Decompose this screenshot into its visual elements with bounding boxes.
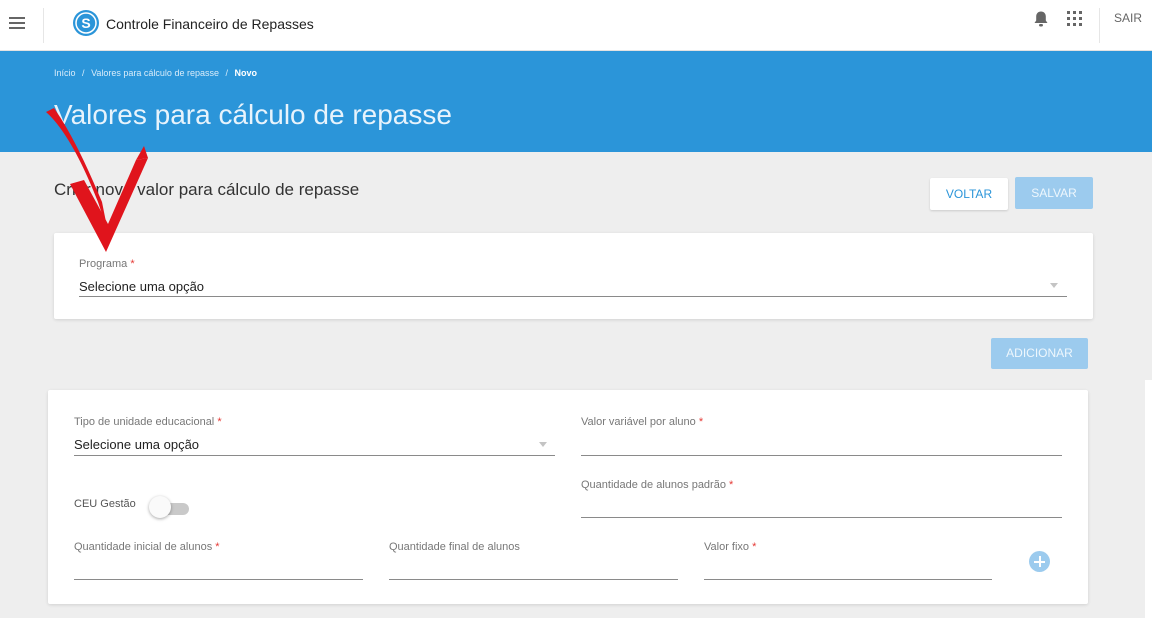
breadcrumb-item-inicio[interactable]: Início (54, 68, 76, 78)
required-mark: * (215, 541, 220, 553)
breadcrumb: Início / Valores para cálculo de repasse… (54, 68, 257, 78)
annotation-arrow-icon (46, 108, 148, 252)
qtd-inicial-label: Quantidade inicial de alunos * (74, 541, 220, 553)
ceu-gestao-label: CEU Gestão (74, 498, 136, 510)
logo-letter: S (81, 15, 90, 31)
breadcrumb-item-current: Novo (234, 68, 258, 78)
qtd-final-input[interactable] (389, 579, 678, 580)
valor-fixo-input[interactable] (704, 579, 992, 580)
qtd-final-label: Quantidade final de alunos (389, 541, 520, 553)
required-mark: * (752, 541, 757, 553)
top-bar: S Controle Financeiro de Repasses SAIR (0, 0, 1152, 51)
app-title: Controle Financeiro de Repasses (106, 16, 314, 32)
chevron-down-icon[interactable] (539, 442, 547, 447)
logout-link[interactable]: SAIR (1114, 11, 1142, 25)
apps-icon[interactable] (1067, 11, 1082, 26)
programa-underline (79, 296, 1067, 297)
divider (1099, 8, 1100, 43)
app-logo: S (73, 10, 99, 36)
chevron-down-icon[interactable] (1050, 283, 1058, 288)
tipo-unidade-label: Tipo de unidade educacional * (74, 416, 222, 428)
add-button[interactable]: ADICIONAR (991, 338, 1088, 369)
qtd-padrao-input[interactable] (581, 517, 1062, 518)
toggle-knob[interactable] (149, 496, 171, 518)
required-mark: * (217, 416, 222, 428)
bell-icon[interactable] (1033, 10, 1049, 28)
valor-variavel-label: Valor variável por aluno * (581, 416, 704, 428)
programa-select[interactable]: Selecione uma opção (79, 279, 204, 294)
qtd-padrao-label: Quantidade de alunos padrão * (581, 479, 734, 491)
programa-card: Programa * Selecione uma opção (54, 233, 1093, 319)
valor-fixo-label: Valor fixo * (704, 541, 757, 553)
divider (43, 8, 44, 43)
page-header: Início / Valores para cálculo de repasse… (0, 51, 1152, 152)
valor-variavel-input[interactable] (581, 455, 1062, 456)
page-edge (1145, 380, 1152, 618)
required-mark: * (729, 479, 734, 491)
tipo-unidade-select[interactable]: Selecione uma opção (74, 437, 199, 452)
save-button[interactable]: SALVAR (1015, 177, 1093, 209)
breadcrumb-item-valores[interactable]: Valores para cálculo de repasse (91, 68, 219, 78)
breadcrumb-separator: / (82, 68, 85, 78)
back-button[interactable]: VOLTAR (930, 178, 1008, 210)
menu-icon[interactable] (9, 17, 25, 31)
tipo-unidade-underline (74, 455, 555, 456)
valores-card: Tipo de unidade educacional * Selecione … (48, 390, 1088, 604)
add-row-icon[interactable] (1029, 551, 1050, 572)
qtd-inicial-input[interactable] (74, 579, 363, 580)
required-mark: * (698, 416, 704, 428)
breadcrumb-separator: / (225, 68, 229, 78)
